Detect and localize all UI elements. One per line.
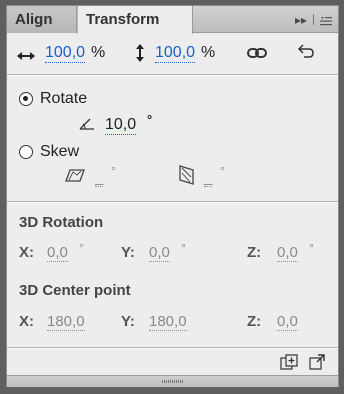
bottom-toolbar <box>7 349 338 375</box>
rotate-unit: ° <box>147 112 153 127</box>
center3d-z-label: Z: <box>247 313 262 330</box>
panel-menu-icon[interactable] <box>320 15 332 25</box>
scale-width-unit: % <box>91 44 106 61</box>
tab-bar: Align Transform ▸▸ <box>7 6 338 34</box>
skew-horizontal-icon <box>65 169 85 187</box>
rotation3d-z-label: Z: <box>247 244 262 261</box>
transform-panel: Align Transform ▸▸ 100,0 % 100,0 % Rotat <box>6 5 339 387</box>
center3d-y-label: Y: <box>121 313 135 330</box>
rotation3d-x-label: X: <box>19 244 34 261</box>
tab-align[interactable]: Align <box>7 6 77 33</box>
rotation3d-z-input[interactable]: 0,0 <box>277 244 298 262</box>
skew-vertical-input[interactable]: _ <box>204 169 213 187</box>
scale-height-unit: % <box>201 44 216 61</box>
skew-vertical-unit: ° <box>220 164 225 178</box>
rotation3d-x-input[interactable]: 0,0 <box>47 244 68 262</box>
skew-label: Skew <box>40 143 80 160</box>
rotation3d-title: 3D Rotation <box>19 214 104 231</box>
center3d-y-input[interactable]: 180,0 <box>149 313 187 331</box>
remove-transform-icon[interactable] <box>309 354 325 375</box>
scale-height-icon <box>135 44 145 67</box>
divider <box>7 201 338 203</box>
skew-horizontal-unit: ° <box>111 164 116 178</box>
rotate-input[interactable]: 10,0 <box>105 116 137 135</box>
skew-horizontal-input[interactable]: _ <box>95 169 104 187</box>
rotation3d-y-unit: ° <box>181 241 186 255</box>
rotation3d-z-unit: ° <box>309 241 314 255</box>
duplicate-transform-icon[interactable] <box>280 354 298 375</box>
separator <box>313 14 314 25</box>
divider <box>7 74 338 76</box>
scale-height-input[interactable]: 100,0 <box>155 44 196 63</box>
rotation3d-y-input[interactable]: 0,0 <box>149 244 170 262</box>
divider <box>7 347 338 349</box>
scale-width-input[interactable]: 100,0 <box>45 44 86 63</box>
center3d-title: 3D Center point <box>19 282 131 299</box>
panel-footer <box>7 375 338 387</box>
rotation3d-y-label: Y: <box>121 244 135 261</box>
center3d-z-input[interactable]: 0,0 <box>277 313 298 331</box>
reset-scale-icon[interactable] <box>297 42 315 65</box>
center3d-x-label: X: <box>19 313 34 330</box>
scale-width-icon <box>17 48 35 66</box>
rotation3d-x-unit: ° <box>79 241 84 255</box>
skew-radio[interactable] <box>19 145 33 159</box>
center3d-x-input[interactable]: 180,0 <box>47 313 85 331</box>
collapse-arrows-icon[interactable]: ▸▸ <box>295 13 307 27</box>
tab-transform[interactable]: Transform <box>77 6 193 34</box>
rotate-radio[interactable] <box>19 92 33 106</box>
resize-grip[interactable] <box>162 380 184 383</box>
constrain-link-icon[interactable] <box>247 46 267 64</box>
skew-vertical-icon <box>179 165 194 190</box>
rotate-label: Rotate <box>40 90 88 107</box>
rotate-angle-icon <box>79 117 95 135</box>
panel-controls: ▸▸ <box>274 6 338 33</box>
scale-row: 100,0 % 100,0 % <box>7 34 338 73</box>
